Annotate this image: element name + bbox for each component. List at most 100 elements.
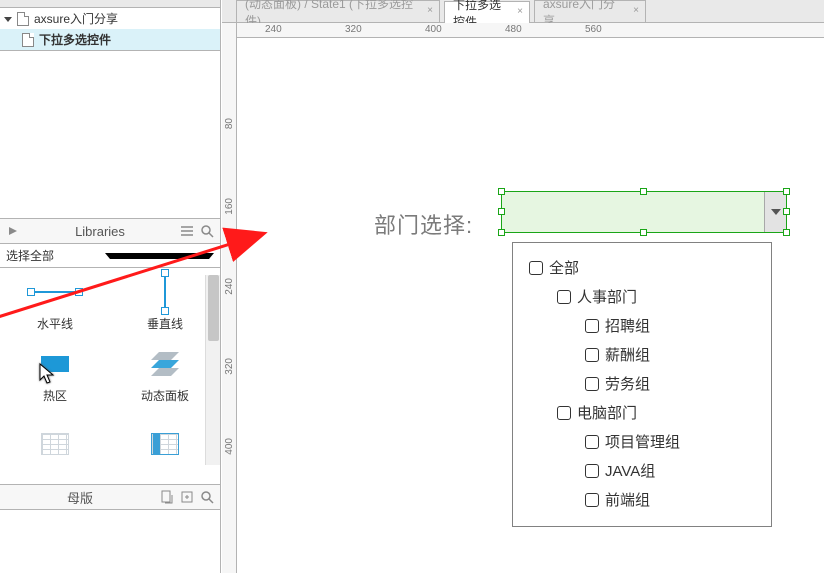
checkbox[interactable] bbox=[585, 493, 599, 507]
resize-handle-tr[interactable] bbox=[783, 188, 790, 195]
close-icon[interactable]: × bbox=[425, 6, 435, 16]
vertical-ruler: 80 160 240 320 400 bbox=[222, 23, 237, 573]
tab-dropdown-widget[interactable]: 下拉多选控件 × bbox=[444, 1, 530, 23]
hot-icon bbox=[41, 356, 69, 372]
widget-hot-area[interactable]: 热区 bbox=[0, 340, 110, 412]
checkbox[interactable] bbox=[529, 261, 543, 275]
dropdown-widget-selected[interactable] bbox=[501, 191, 787, 233]
option-hr-b[interactable]: 薪酬组 bbox=[585, 340, 765, 369]
option-label: 全部 bbox=[549, 257, 579, 278]
resize-handle-bm[interactable] bbox=[640, 229, 647, 236]
checkbox[interactable] bbox=[585, 319, 599, 333]
widget-label: 动态面板 bbox=[141, 387, 189, 404]
option-it[interactable]: 电脑部门 bbox=[557, 398, 765, 427]
resize-handle-tm[interactable] bbox=[640, 188, 647, 195]
tree-root[interactable]: axsure入门分享 bbox=[0, 8, 220, 29]
hline-icon bbox=[32, 291, 78, 293]
close-icon[interactable]: × bbox=[631, 6, 641, 16]
masters-add-page-icon[interactable] bbox=[160, 490, 174, 504]
close-icon[interactable]: × bbox=[515, 7, 525, 17]
tab-index[interactable]: axsure入门分享 × bbox=[534, 0, 646, 22]
masters-title: 母版 bbox=[6, 488, 154, 507]
checkbox[interactable] bbox=[557, 406, 571, 420]
page-icon bbox=[22, 33, 34, 47]
multiselect-popup[interactable]: 全部 人事部门 招聘组 薪酬组 劳务组 bbox=[512, 242, 772, 527]
option-label: 劳务组 bbox=[605, 373, 650, 394]
scrollbar-thumb[interactable] bbox=[208, 275, 219, 341]
page-tree: axsure入门分享 下拉多选控件 bbox=[0, 8, 220, 51]
design-stage[interactable]: 部门选择: 全部 bbox=[237, 38, 824, 573]
resize-handle-bl[interactable] bbox=[498, 229, 505, 236]
widget-dynamic-panel[interactable]: 动态面板 bbox=[110, 340, 220, 412]
widget-table-b[interactable] bbox=[110, 412, 220, 484]
checkbox[interactable] bbox=[585, 464, 599, 478]
ruler-h-mark: 240 bbox=[265, 24, 282, 35]
checkbox[interactable] bbox=[585, 348, 599, 362]
option-label: 薪酬组 bbox=[605, 344, 650, 365]
ruler-v-mark: 400 bbox=[224, 438, 235, 455]
option-it-c[interactable]: 前端组 bbox=[585, 485, 765, 514]
library-select-all[interactable]: 选择全部 bbox=[0, 244, 220, 268]
option-all[interactable]: 全部 bbox=[529, 253, 765, 282]
libraries-collapse-icon[interactable] bbox=[6, 224, 20, 238]
libraries-header: Libraries bbox=[0, 218, 220, 244]
ruler-h-mark: 480 bbox=[505, 24, 522, 35]
widget-table-a[interactable] bbox=[0, 412, 110, 484]
widget-label: 水平线 bbox=[37, 315, 73, 332]
widget-horizontal-line[interactable]: 水平线 bbox=[0, 268, 110, 340]
ruler-v-mark: 160 bbox=[224, 198, 235, 215]
option-label: 招聘组 bbox=[605, 315, 650, 336]
widget-label: 热区 bbox=[43, 387, 67, 404]
masters-header: 母版 bbox=[0, 484, 220, 510]
option-hr[interactable]: 人事部门 bbox=[557, 282, 765, 311]
department-label: 部门选择: bbox=[374, 208, 473, 240]
chevron-down-icon bbox=[771, 209, 781, 215]
canvas-area: (动态面板) / State1 (下拉多选控件) × 下拉多选控件 × axsu… bbox=[222, 0, 824, 573]
libraries-menu-icon[interactable] bbox=[180, 224, 194, 238]
ruler-h-mark: 560 bbox=[585, 24, 602, 35]
resize-handle-br[interactable] bbox=[783, 229, 790, 236]
libraries-search-icon[interactable] bbox=[200, 224, 214, 238]
option-label: 电脑部门 bbox=[577, 402, 637, 423]
widget-palette: 水平线 垂直线 热区 动态面板 bbox=[0, 268, 220, 484]
page-icon bbox=[17, 12, 29, 26]
resize-handle-mr[interactable] bbox=[783, 208, 790, 215]
widget-vertical-line[interactable]: 垂直线 bbox=[110, 268, 220, 340]
ruler-v-mark: 240 bbox=[224, 278, 235, 295]
vline-icon bbox=[164, 274, 166, 310]
widget-label: 垂直线 bbox=[147, 315, 183, 332]
dyn-panel-icon bbox=[151, 350, 179, 378]
ruler-h-mark: 320 bbox=[345, 24, 362, 35]
document-tabs: (动态面板) / State1 (下拉多选控件) × 下拉多选控件 × axsu… bbox=[222, 0, 824, 23]
masters-body bbox=[0, 510, 220, 573]
libraries-title: Libraries bbox=[26, 224, 174, 239]
option-label: JAVA组 bbox=[605, 460, 655, 481]
widgets-scrollbar[interactable] bbox=[205, 275, 220, 465]
resize-handle-ml[interactable] bbox=[498, 208, 505, 215]
option-it-b[interactable]: JAVA组 bbox=[585, 456, 765, 485]
checkbox[interactable] bbox=[585, 377, 599, 391]
ruler-v-mark: 80 bbox=[224, 118, 235, 129]
tree-child-selected[interactable]: 下拉多选控件 bbox=[0, 29, 220, 50]
option-label: 项目管理组 bbox=[605, 431, 680, 452]
masters-add-folder-icon[interactable] bbox=[180, 490, 194, 504]
left-sidebar: axsure入门分享 下拉多选控件 Libraries 选择全部 bbox=[0, 0, 221, 573]
resize-handle-tl[interactable] bbox=[498, 188, 505, 195]
table-a-icon bbox=[41, 433, 69, 455]
option-label: 前端组 bbox=[605, 489, 650, 510]
table-b-icon bbox=[151, 433, 179, 455]
tree-toggle-icon[interactable] bbox=[4, 17, 12, 22]
option-hr-c[interactable]: 劳务组 bbox=[585, 369, 765, 398]
option-label: 人事部门 bbox=[577, 286, 637, 307]
chevron-down-icon bbox=[105, 253, 214, 259]
ruler-v-mark: 320 bbox=[224, 358, 235, 375]
library-select-all-label: 选择全部 bbox=[6, 247, 105, 264]
ruler-h-mark: 400 bbox=[425, 24, 442, 35]
tree-root-label: axsure入门分享 bbox=[34, 10, 118, 27]
tab-state1[interactable]: (动态面板) / State1 (下拉多选控件) × bbox=[236, 0, 440, 22]
masters-search-icon[interactable] bbox=[200, 490, 214, 504]
option-hr-a[interactable]: 招聘组 bbox=[585, 311, 765, 340]
checkbox[interactable] bbox=[585, 435, 599, 449]
checkbox[interactable] bbox=[557, 290, 571, 304]
option-it-a[interactable]: 项目管理组 bbox=[585, 427, 765, 456]
